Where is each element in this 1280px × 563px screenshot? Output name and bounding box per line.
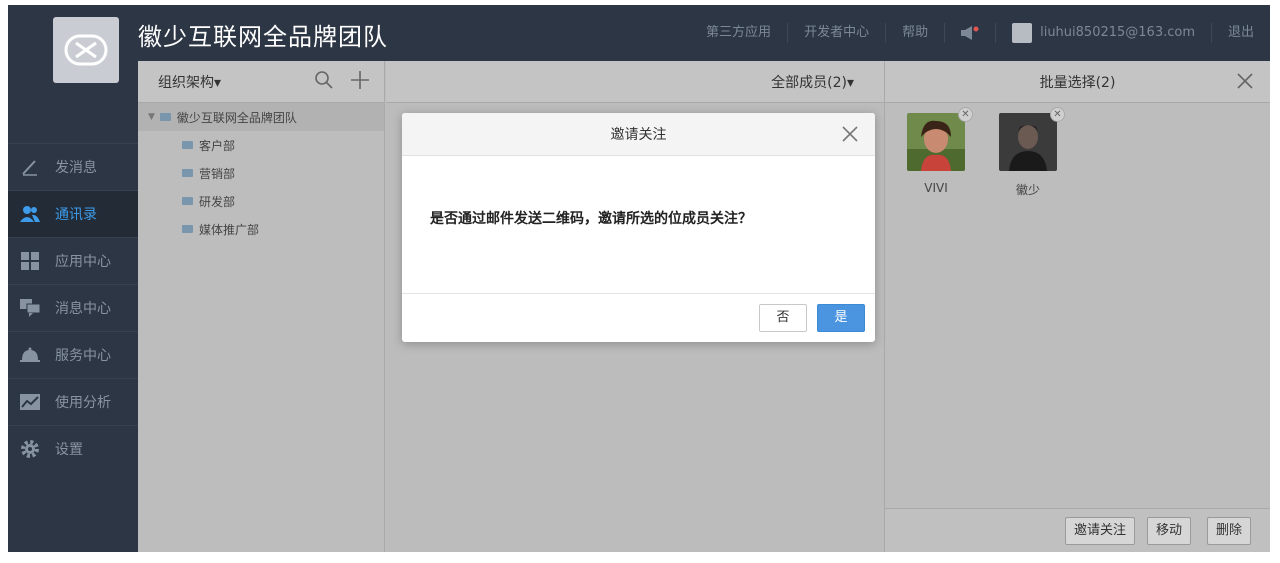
batch-select-title: 批量选择(2) — [1039, 74, 1116, 91]
sidebar-item-usage-analytics[interactable]: 使用分析 — [8, 378, 138, 425]
nav-third-party-apps[interactable]: 第三方应用 — [690, 23, 787, 43]
brand-title: 徽少互联网全品牌团队 — [138, 23, 388, 51]
user-email: liuhui850215@163.com — [1040, 25, 1195, 40]
contacts-icon — [20, 204, 40, 224]
sidebar-item-label: 通讯录 — [55, 207, 97, 223]
yes-button[interactable]: 是 — [817, 304, 865, 332]
org-tree-header: 组织架构▾ — [138, 61, 384, 103]
remove-member-icon[interactable]: ✕ — [958, 107, 973, 122]
remove-member-icon[interactable]: ✕ — [1050, 107, 1065, 122]
member-list-header: 全部成员(2)▾ — [386, 61, 884, 103]
dialog-title: 邀请关注 — [610, 127, 667, 143]
user-menu[interactable]: liuhui850215@163.com — [995, 23, 1211, 43]
folder-icon — [159, 113, 171, 121]
folder-icon — [182, 141, 193, 149]
logout-link[interactable]: 退出 — [1210, 23, 1270, 43]
org-structure-dropdown[interactable]: 组织架构▾ — [158, 72, 221, 92]
sidebar-item-message-center[interactable]: 消息中心 — [8, 284, 138, 331]
sidebar-item-label: 使用分析 — [55, 395, 111, 411]
batch-actions-bar: 邀请关注 移动 删除 — [885, 508, 1270, 552]
member-name: 徽少 — [1015, 183, 1040, 197]
tree-item-customer-dept[interactable]: 客户部 — [138, 131, 384, 159]
no-button[interactable]: 否 — [759, 304, 807, 332]
sidebar-item-label: 设置 — [55, 442, 83, 458]
sidebar-item-label: 发消息 — [55, 160, 97, 176]
sidebar-item-label: 消息中心 — [55, 301, 111, 317]
sidebar-item-contacts[interactable]: 通讯录 — [8, 190, 138, 237]
sidebar-item-settings[interactable]: 设置 — [8, 425, 138, 472]
tree-item-marketing-dept[interactable]: 营销部 — [138, 159, 384, 187]
invite-follow-button[interactable]: 邀请关注 — [1065, 517, 1136, 545]
close-icon[interactable] — [841, 125, 859, 143]
analytics-icon — [20, 392, 40, 412]
messages-icon — [20, 298, 40, 318]
batch-select-header: 批量选择(2) — [885, 61, 1270, 103]
tree-item-label: 客户部 — [199, 138, 236, 153]
member-avatar — [907, 113, 965, 171]
sidebar-item-send-message[interactable]: 发消息 — [8, 143, 138, 190]
tree-root-label: 徽少互联网全品牌团队 — [176, 110, 297, 125]
sidebar: 发消息 通讯录 应用中心 消息中心 服务中心 使用分析 设置 — [8, 143, 138, 472]
tree-item-label: 营销部 — [199, 166, 236, 181]
notification-button[interactable] — [944, 23, 995, 43]
folder-icon — [182, 225, 193, 233]
sidebar-item-label: 应用中心 — [55, 254, 111, 270]
logo[interactable] — [53, 17, 119, 83]
sidebar-item-app-center[interactable]: 应用中心 — [8, 237, 138, 284]
folder-icon — [182, 169, 193, 177]
megaphone-icon — [961, 26, 979, 40]
top-bar: 徽少互联网全品牌团队 第三方应用 开发者中心 帮助 liuhui850215@1… — [8, 5, 1270, 83]
dialog-footer: 否 是 — [402, 294, 875, 341]
close-icon[interactable] — [1236, 72, 1254, 90]
gear-icon — [20, 439, 40, 459]
tree-item-label: 研发部 — [199, 194, 236, 209]
service-bell-icon — [20, 345, 40, 365]
sidebar-item-service-center[interactable]: 服务中心 — [8, 331, 138, 378]
member-name: VIVI — [924, 181, 948, 195]
dialog-header: 邀请关注 — [402, 113, 875, 156]
tree-item-rnd-dept[interactable]: 研发部 — [138, 187, 384, 215]
batch-select-panel: 批量选择(2) ✕ VIVI ✕ 徽少 邀请关注 移动 删除 — [884, 61, 1270, 552]
search-icon[interactable] — [314, 70, 334, 90]
pencil-icon — [20, 157, 40, 177]
nav-developer-center[interactable]: 开发者中心 — [787, 23, 885, 43]
invite-dialog: 邀请关注 是否通过邮件发送二维码，邀请所选的位成员关注？ 否 是 — [402, 113, 875, 342]
apps-icon — [20, 251, 40, 271]
dialog-body: 是否通过邮件发送二维码，邀请所选的位成员关注？ — [402, 156, 875, 294]
top-nav: 第三方应用 开发者中心 帮助 liuhui850215@163.com 退出 — [690, 5, 1270, 61]
tree-root-item[interactable]: ▼ 徽少互联网全品牌团队 — [138, 103, 384, 131]
member-avatar — [999, 113, 1057, 171]
dialog-message: 是否通过邮件发送二维码，邀请所选的位成员关注？ — [430, 211, 752, 227]
selected-member: ✕ VIVI — [907, 107, 973, 195]
org-tree-panel: 组织架构▾ ▼ 徽少互联网全品牌团队 客户部 营销部 研发部 媒体推广部 — [138, 61, 385, 552]
move-button[interactable]: 移动 — [1147, 517, 1192, 545]
all-members-dropdown[interactable]: 全部成员(2)▾ — [771, 72, 854, 92]
folder-icon — [182, 197, 193, 205]
nav-help[interactable]: 帮助 — [885, 23, 944, 43]
sidebar-item-label: 服务中心 — [55, 348, 111, 364]
tree-item-media-dept[interactable]: 媒体推广部 — [138, 215, 384, 243]
add-icon[interactable] — [350, 70, 370, 90]
tree-item-label: 媒体推广部 — [199, 222, 260, 237]
delete-button[interactable]: 删除 — [1207, 517, 1252, 545]
selected-member: ✕ 徽少 — [999, 107, 1065, 198]
logo-mark-icon — [64, 34, 108, 66]
user-avatar — [1012, 23, 1033, 43]
caret-down-icon: ▼ — [148, 112, 155, 122]
